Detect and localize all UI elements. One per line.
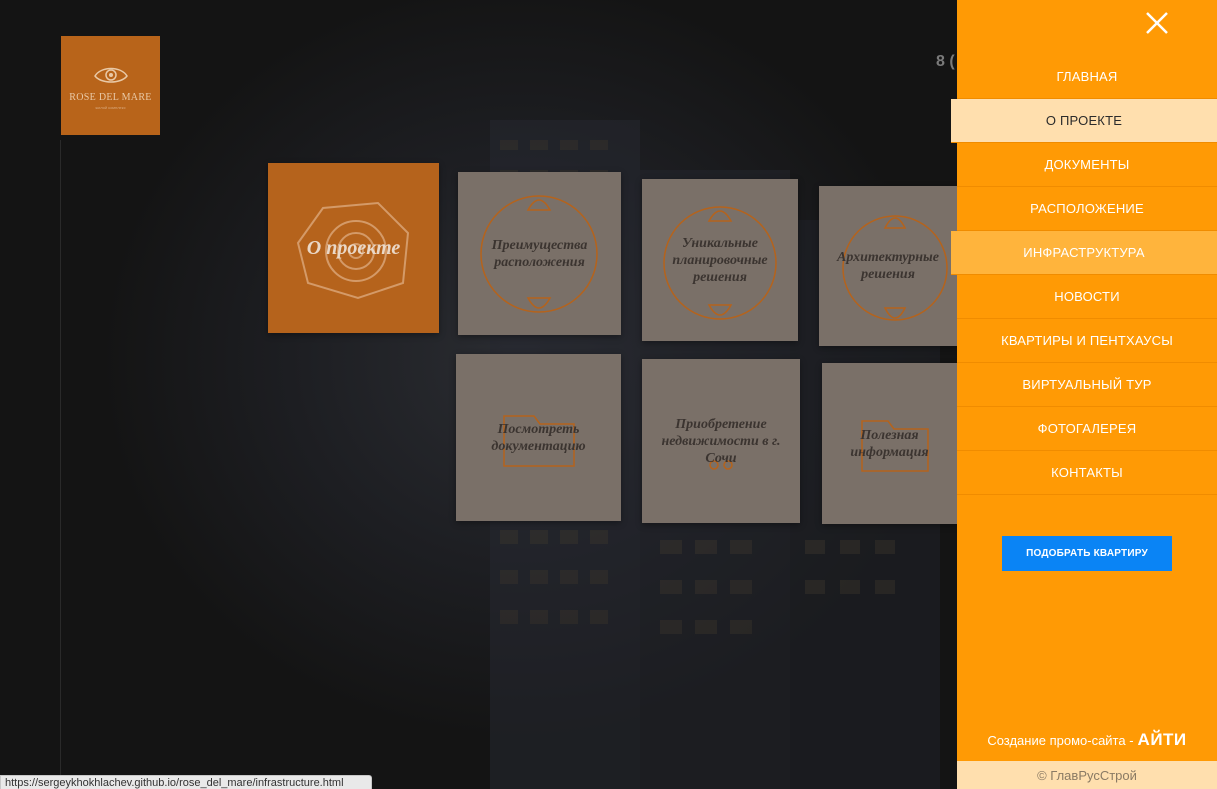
menu-item-apartments[interactable]: КВАРТИРЫ И ПЕНТХАУСЫ bbox=[957, 319, 1217, 363]
tile-label: Приобретение недвижимости в г. Сочи bbox=[661, 416, 781, 466]
menu-item-location[interactable]: РАСПОЛОЖЕНИЕ bbox=[957, 187, 1217, 231]
menu-item-label: О ПРОЕКТЕ bbox=[1045, 113, 1123, 128]
tile-view-documents[interactable]: Посмотреть документацию bbox=[456, 354, 621, 521]
menu-item-infrastructure[interactable]: ИНФРАСТРУКТУРА bbox=[951, 231, 1217, 275]
logo-tagline: жилой комплекс bbox=[95, 104, 126, 110]
menu-item-label: ГЛАВНАЯ bbox=[1056, 69, 1118, 84]
tile-label: Архитектурные решения bbox=[837, 250, 939, 282]
menu-item-label: КВАРТИРЫ И ПЕНТХАУСЫ bbox=[1001, 333, 1173, 348]
main-nav: ГЛАВНАЯ О ПРОЕКТЕ ДОКУМЕНТЫ РАСПОЛОЖЕНИЕ… bbox=[951, 55, 1217, 495]
menu-item-label: КОНТАКТЫ bbox=[1051, 465, 1123, 480]
menu-item-label: ФОТОГАЛЕРЕЯ bbox=[1037, 421, 1137, 436]
tile-about-project[interactable]: О проекте bbox=[268, 163, 439, 333]
menu-item-gallery[interactable]: ФОТОГАЛЕРЕЯ bbox=[957, 407, 1217, 451]
rose-emblem-icon bbox=[93, 67, 128, 83]
tile-buy-property-sochi[interactable]: Приобретение недвижимости в г. Сочи bbox=[642, 359, 800, 523]
header-phone[interactable]: 8 ( bbox=[936, 53, 955, 71]
tile-label: Преимущества расположения bbox=[491, 237, 588, 270]
tile-unique-layouts[interactable]: Уникальные планировочные решения bbox=[642, 179, 798, 341]
menu-item-label: ИНФРАСТРУКТУРА bbox=[1023, 245, 1145, 260]
browser-status-url: https://sergeykhokhlachev.github.io/rose… bbox=[0, 775, 372, 789]
logo-name: ROSE DEL MARE bbox=[69, 91, 152, 103]
tile-location-advantages[interactable]: Преимущества расположения bbox=[458, 172, 621, 335]
copyright: © ГлавРусСтрой bbox=[957, 761, 1217, 789]
close-button[interactable] bbox=[1144, 10, 1170, 36]
credit-text: Создание промо-сайта - bbox=[987, 733, 1134, 748]
tile-label: О проекте bbox=[306, 237, 401, 259]
tile-label: Посмотреть документацию bbox=[491, 421, 586, 454]
tile-useful-info[interactable]: Полезная информация bbox=[822, 363, 957, 524]
menu-item-about[interactable]: О ПРОЕКТЕ bbox=[951, 99, 1217, 143]
menu-item-label: ДОКУМЕНТЫ bbox=[1044, 157, 1130, 172]
sidebar-menu: ГЛАВНАЯ О ПРОЕКТЕ ДОКУМЕНТЫ РАСПОЛОЖЕНИЕ… bbox=[951, 0, 1217, 789]
tile-architecture[interactable]: Архитектурные решения bbox=[819, 186, 957, 346]
site-credit: Создание промо-сайта - АЙТИ bbox=[957, 730, 1217, 750]
menu-item-contacts[interactable]: КОНТАКТЫ bbox=[957, 451, 1217, 495]
tile-label: Полезная информация bbox=[850, 427, 929, 460]
find-apartment-button[interactable]: ПОДОБРАТЬ КВАРТИРУ bbox=[1002, 536, 1172, 571]
left-divider-line bbox=[60, 140, 61, 789]
developer-brand-link[interactable]: АЙТИ bbox=[1138, 730, 1187, 749]
menu-item-documents[interactable]: ДОКУМЕНТЫ bbox=[957, 143, 1217, 187]
menu-item-news[interactable]: НОВОСТИ bbox=[957, 275, 1217, 319]
tile-label: Уникальные планировочные решения bbox=[672, 235, 768, 285]
menu-item-label: НОВОСТИ bbox=[1054, 289, 1120, 304]
site-logo[interactable]: ROSE DEL MARE жилой комплекс bbox=[61, 36, 160, 135]
menu-item-virtual-tour[interactable]: ВИРТУАЛЬНЫЙ ТУР bbox=[957, 363, 1217, 407]
close-icon[interactable] bbox=[1144, 10, 1170, 36]
menu-item-label: РАСПОЛОЖЕНИЕ bbox=[1030, 201, 1144, 216]
menu-item-label: ВИРТУАЛЬНЫЙ ТУР bbox=[1022, 377, 1152, 392]
menu-item-home[interactable]: ГЛАВНАЯ bbox=[957, 55, 1217, 99]
